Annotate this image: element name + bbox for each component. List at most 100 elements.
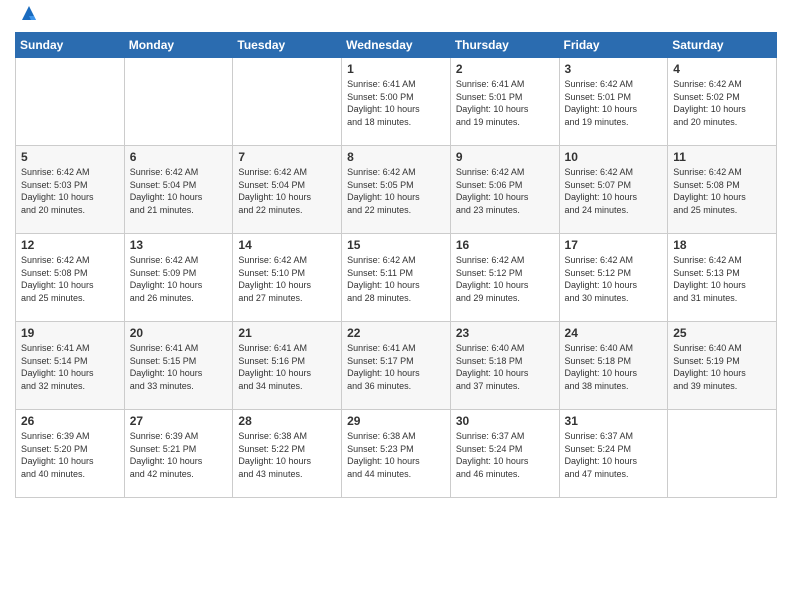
- day-info: Sunrise: 6:39 AM Sunset: 5:21 PM Dayligh…: [130, 430, 228, 480]
- day-info: Sunrise: 6:41 AM Sunset: 5:14 PM Dayligh…: [21, 342, 119, 392]
- calendar-cell: 16 Sunrise: 6:42 AM Sunset: 5:12 PM Dayli…: [450, 234, 559, 322]
- calendar-cell: 23Sunrise: 6:40 AM Sunset: 5:18 PM Dayli…: [450, 322, 559, 410]
- day-info: Sunrise: 6:41 AM Sunset: 5:01 PM Dayligh…: [456, 78, 554, 128]
- day-info: Sunrise: 6:41 AM Sunset: 5:17 PM Dayligh…: [347, 342, 445, 392]
- calendar-cell: 20 Sunrise: 6:41 AM Sunset: 5:15 PM Dayli…: [124, 322, 233, 410]
- day-number: 6: [130, 150, 228, 164]
- day-number: 13: [130, 238, 228, 252]
- day-number: 4: [673, 62, 771, 76]
- weekday-header: Monday: [124, 33, 233, 58]
- calendar-cell: [233, 58, 342, 146]
- day-info: Sunrise: 6:42 AM Sunset: 5:08 PM Dayligh…: [21, 254, 119, 304]
- day-number: 22: [347, 326, 445, 340]
- day-number: 1: [347, 62, 445, 76]
- weekday-header: Wednesday: [342, 33, 451, 58]
- calendar-cell: [124, 58, 233, 146]
- calendar-week-row: 26 Sunrise: 6:39 AM Sunset: 5:20 PM Dayli…: [16, 410, 777, 498]
- day-info: Sunrise: 6:42 AM Sunset: 5:13 PM Dayligh…: [673, 254, 771, 304]
- weekday-header: Friday: [559, 33, 668, 58]
- day-number: 31: [565, 414, 663, 428]
- calendar-cell: 8 Sunrise: 6:42 AM Sunset: 5:05 PM Daylig…: [342, 146, 451, 234]
- day-number: 26: [21, 414, 119, 428]
- calendar-cell: 24Sunrise: 6:40 AM Sunset: 5:18 PM Dayli…: [559, 322, 668, 410]
- day-number: 17: [565, 238, 663, 252]
- calendar-week-row: 5Sunrise: 6:42 AM Sunset: 5:03 PM Daylig…: [16, 146, 777, 234]
- day-number: 19: [21, 326, 119, 340]
- day-number: 10: [565, 150, 663, 164]
- day-number: 7: [238, 150, 336, 164]
- day-info: Sunrise: 6:42 AM Sunset: 5:12 PM Dayligh…: [456, 254, 554, 304]
- day-info: Sunrise: 6:42 AM Sunset: 5:10 PM Dayligh…: [238, 254, 336, 304]
- calendar-cell: 25 Sunrise: 6:40 AM Sunset: 5:19 PM Dayli…: [668, 322, 777, 410]
- day-number: 3: [565, 62, 663, 76]
- day-info: Sunrise: 6:42 AM Sunset: 5:12 PM Dayligh…: [565, 254, 663, 304]
- day-info: Sunrise: 6:42 AM Sunset: 5:01 PM Dayligh…: [565, 78, 663, 128]
- day-info: Sunrise: 6:40 AM Sunset: 5:19 PM Dayligh…: [673, 342, 771, 392]
- calendar-cell: 22 Sunrise: 6:41 AM Sunset: 5:17 PM Dayli…: [342, 322, 451, 410]
- day-number: 21: [238, 326, 336, 340]
- weekday-header-row: SundayMondayTuesdayWednesdayThursdayFrid…: [16, 33, 777, 58]
- weekday-header: Thursday: [450, 33, 559, 58]
- day-info: Sunrise: 6:38 AM Sunset: 5:23 PM Dayligh…: [347, 430, 445, 480]
- day-info: Sunrise: 6:41 AM Sunset: 5:15 PM Dayligh…: [130, 342, 228, 392]
- calendar-cell: 26 Sunrise: 6:39 AM Sunset: 5:20 PM Dayli…: [16, 410, 125, 498]
- day-number: 15: [347, 238, 445, 252]
- day-info: Sunrise: 6:42 AM Sunset: 5:07 PM Dayligh…: [565, 166, 663, 216]
- calendar-cell: 5Sunrise: 6:42 AM Sunset: 5:03 PM Daylig…: [16, 146, 125, 234]
- day-number: 30: [456, 414, 554, 428]
- calendar-cell: 15 Sunrise: 6:42 AM Sunset: 5:11 PM Dayli…: [342, 234, 451, 322]
- calendar-cell: 13 Sunrise: 6:42 AM Sunset: 5:09 PM Dayli…: [124, 234, 233, 322]
- logo: [15, 10, 40, 24]
- calendar-week-row: 12 Sunrise: 6:42 AM Sunset: 5:08 PM Dayli…: [16, 234, 777, 322]
- calendar-cell: 4 Sunrise: 6:42 AM Sunset: 5:02 PM Daylig…: [668, 58, 777, 146]
- calendar-cell: 29 Sunrise: 6:38 AM Sunset: 5:23 PM Dayli…: [342, 410, 451, 498]
- day-info: Sunrise: 6:39 AM Sunset: 5:20 PM Dayligh…: [21, 430, 119, 480]
- calendar-table: SundayMondayTuesdayWednesdayThursdayFrid…: [15, 32, 777, 498]
- day-number: 11: [673, 150, 771, 164]
- day-info: Sunrise: 6:41 AM Sunset: 5:16 PM Dayligh…: [238, 342, 336, 392]
- day-number: 28: [238, 414, 336, 428]
- calendar-cell: 9Sunrise: 6:42 AM Sunset: 5:06 PM Daylig…: [450, 146, 559, 234]
- day-info: Sunrise: 6:42 AM Sunset: 5:02 PM Dayligh…: [673, 78, 771, 128]
- calendar-cell: 7 Sunrise: 6:42 AM Sunset: 5:04 PM Daylig…: [233, 146, 342, 234]
- day-info: Sunrise: 6:42 AM Sunset: 5:09 PM Dayligh…: [130, 254, 228, 304]
- day-info: Sunrise: 6:40 AM Sunset: 5:18 PM Dayligh…: [456, 342, 554, 392]
- day-info: Sunrise: 6:42 AM Sunset: 5:11 PM Dayligh…: [347, 254, 445, 304]
- weekday-header: Sunday: [16, 33, 125, 58]
- calendar-cell: 11 Sunrise: 6:42 AM Sunset: 5:08 PM Dayli…: [668, 146, 777, 234]
- calendar-cell: 28 Sunrise: 6:38 AM Sunset: 5:22 PM Dayli…: [233, 410, 342, 498]
- calendar-cell: 12 Sunrise: 6:42 AM Sunset: 5:08 PM Dayli…: [16, 234, 125, 322]
- day-info: Sunrise: 6:41 AM Sunset: 5:00 PM Dayligh…: [347, 78, 445, 128]
- header: [15, 10, 777, 24]
- calendar-cell: 18 Sunrise: 6:42 AM Sunset: 5:13 PM Dayli…: [668, 234, 777, 322]
- day-info: Sunrise: 6:42 AM Sunset: 5:04 PM Dayligh…: [238, 166, 336, 216]
- logo-icon: [18, 2, 40, 24]
- calendar-cell: 31 Sunrise: 6:37 AM Sunset: 5:24 PM Dayli…: [559, 410, 668, 498]
- day-info: Sunrise: 6:42 AM Sunset: 5:03 PM Dayligh…: [21, 166, 119, 216]
- day-number: 12: [21, 238, 119, 252]
- calendar-cell: 21 Sunrise: 6:41 AM Sunset: 5:16 PM Dayli…: [233, 322, 342, 410]
- day-info: Sunrise: 6:42 AM Sunset: 5:06 PM Dayligh…: [456, 166, 554, 216]
- day-number: 8: [347, 150, 445, 164]
- calendar-cell: 1 Sunrise: 6:41 AM Sunset: 5:00 PM Daylig…: [342, 58, 451, 146]
- calendar-cell: [668, 410, 777, 498]
- page: SundayMondayTuesdayWednesdayThursdayFrid…: [0, 0, 792, 612]
- day-info: Sunrise: 6:38 AM Sunset: 5:22 PM Dayligh…: [238, 430, 336, 480]
- day-number: 18: [673, 238, 771, 252]
- day-number: 27: [130, 414, 228, 428]
- day-info: Sunrise: 6:42 AM Sunset: 5:05 PM Dayligh…: [347, 166, 445, 216]
- calendar-cell: 30 Sunrise: 6:37 AM Sunset: 5:24 PM Dayli…: [450, 410, 559, 498]
- day-info: Sunrise: 6:42 AM Sunset: 5:08 PM Dayligh…: [673, 166, 771, 216]
- day-info: Sunrise: 6:40 AM Sunset: 5:18 PM Dayligh…: [565, 342, 663, 392]
- day-number: 14: [238, 238, 336, 252]
- day-info: Sunrise: 6:37 AM Sunset: 5:24 PM Dayligh…: [565, 430, 663, 480]
- day-number: 20: [130, 326, 228, 340]
- day-number: 16: [456, 238, 554, 252]
- calendar-cell: [16, 58, 125, 146]
- day-info: Sunrise: 6:37 AM Sunset: 5:24 PM Dayligh…: [456, 430, 554, 480]
- weekday-header: Saturday: [668, 33, 777, 58]
- calendar-week-row: 19 Sunrise: 6:41 AM Sunset: 5:14 PM Dayli…: [16, 322, 777, 410]
- day-number: 25: [673, 326, 771, 340]
- day-number: 29: [347, 414, 445, 428]
- calendar-cell: 19 Sunrise: 6:41 AM Sunset: 5:14 PM Dayli…: [16, 322, 125, 410]
